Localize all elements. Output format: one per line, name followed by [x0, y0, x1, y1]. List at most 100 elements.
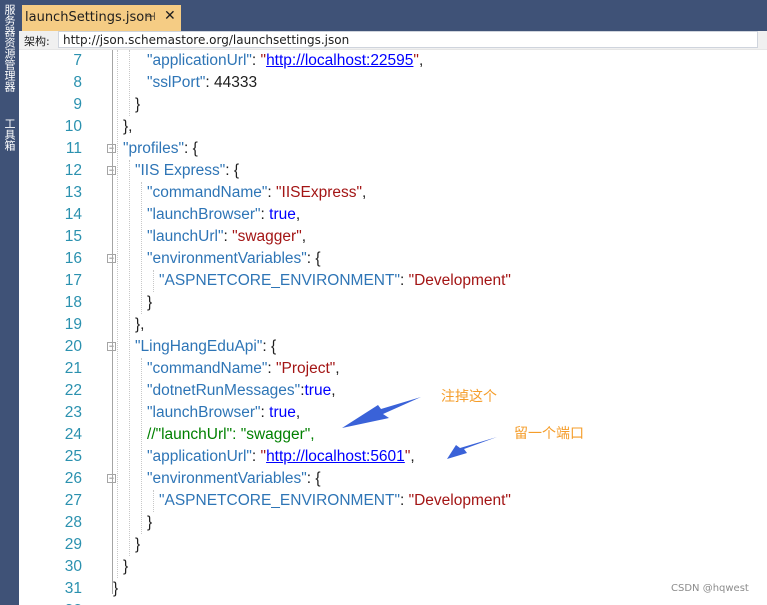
code-line[interactable]: 25 "applicationUrl": "http://localhost:56…	[19, 446, 767, 468]
code-text: "sslPort": 44333	[147, 72, 257, 94]
code-token: ,	[331, 382, 336, 399]
line-number: 20	[64, 338, 82, 355]
annotation-keep-port: 留一个端口	[514, 426, 584, 442]
line-number: 14	[64, 206, 82, 223]
code-line[interactable]: 32	[19, 600, 767, 605]
toolbox-tab[interactable]: 工具箱	[2, 118, 17, 151]
schema-bar: 架构: http://json.schemastore.org/launchse…	[19, 31, 767, 50]
line-number: 15	[64, 228, 82, 245]
code-token: "Development"	[408, 272, 511, 289]
code-line[interactable]: 31}	[19, 578, 767, 600]
code-line[interactable]: 15 "launchUrl": "swagger",	[19, 226, 767, 248]
code-line[interactable]: 27 "ASPNETCORE_ENVIRONMENT": "Development…	[19, 490, 767, 512]
code-text: "profiles": {	[123, 138, 198, 160]
code-token: "launchUrl"	[147, 228, 224, 245]
code-line[interactable]: 18}	[19, 292, 767, 314]
code-token: :	[267, 360, 277, 377]
line-number: 19	[64, 316, 82, 333]
code-line[interactable]: 20− "LingHangEduApi": {	[19, 336, 767, 358]
line-number: 9	[73, 96, 82, 113]
indent-guide	[153, 270, 154, 292]
code-token: }	[135, 96, 141, 113]
code-token: : {	[225, 162, 240, 179]
code-line[interactable]: 26− "environmentVariables": {	[19, 468, 767, 490]
code-token: :	[260, 206, 270, 223]
code-token: :	[399, 272, 409, 289]
code-token: ,	[361, 184, 367, 201]
code-token: ,	[335, 360, 340, 377]
code-token: ,	[301, 228, 307, 245]
code-token: }	[135, 536, 141, 553]
code-line[interactable]: 29}	[19, 534, 767, 556]
code-line[interactable]: 10},	[19, 116, 767, 138]
code-token: : {	[306, 470, 321, 487]
code-line[interactable]: 17 "ASPNETCORE_ENVIRONMENT": "Development…	[19, 270, 767, 292]
code-token: :	[251, 448, 261, 465]
code-line[interactable]: 21 "commandName": "Project",	[19, 358, 767, 380]
code-line[interactable]: 19},	[19, 314, 767, 336]
indent-guide	[117, 50, 118, 578]
code-token: :	[223, 228, 233, 245]
code-token: "ASPNETCORE_ENVIRONMENT"	[159, 492, 400, 509]
line-number: 7	[73, 52, 82, 69]
code-editor[interactable]: 7 "applicationUrl": "http://localhost:225…	[19, 50, 767, 605]
line-number: 10	[64, 118, 82, 135]
line-number: 28	[64, 514, 82, 531]
code-line[interactable]: 14 "launchBrowser": true,	[19, 204, 767, 226]
code-line[interactable]: 12− "IIS Express": {	[19, 160, 767, 182]
code-line[interactable]: 8 "sslPort": 44333	[19, 72, 767, 94]
line-number: 16	[64, 250, 82, 267]
code-line[interactable]: 28}	[19, 512, 767, 534]
code-text: }	[135, 94, 140, 116]
code-token: ,	[418, 52, 424, 69]
line-number: 27	[64, 492, 82, 509]
code-text: },	[135, 314, 144, 336]
line-number: 29	[64, 536, 82, 553]
code-text: }	[147, 512, 152, 534]
code-token: "sslPort"	[147, 74, 206, 91]
code-line[interactable]: 13 "commandName": "IISExpress",	[19, 182, 767, 204]
line-number: 11	[65, 140, 82, 157]
code-token: "IISExpress"	[276, 184, 362, 201]
code-token[interactable]: http://localhost:5601	[266, 448, 405, 465]
indent-guide	[153, 490, 154, 512]
code-text: }	[113, 578, 118, 600]
side-tool-strip: 服务器资源管理器 工具箱	[0, 0, 19, 605]
code-token: },	[123, 118, 133, 135]
document-tab-launchsettings[interactable]: launchSettings.json ⊣ ✕	[22, 5, 181, 31]
code-token: "launchBrowser"	[147, 206, 261, 223]
code-token: true	[269, 404, 296, 421]
server-explorer-tab[interactable]: 服务器资源管理器	[2, 4, 17, 92]
code-token[interactable]: http://localhost:22595	[266, 52, 413, 69]
code-line[interactable]: 23 "launchBrowser": true,	[19, 402, 767, 424]
code-token: "commandName"	[147, 360, 268, 377]
code-text: "applicationUrl": "http://localhost:2259…	[147, 50, 423, 72]
code-token: "environmentVariables"	[147, 250, 307, 267]
line-number: 26	[64, 470, 82, 487]
code-line[interactable]: 7 "applicationUrl": "http://localhost:225…	[19, 50, 767, 72]
code-token: :	[251, 52, 261, 69]
code-token: }	[113, 580, 119, 597]
line-number: 22	[64, 382, 82, 399]
document-tab-bar: launchSettings.json ⊣ ✕	[19, 0, 767, 31]
code-token: }	[147, 294, 153, 311]
code-line[interactable]: 9}	[19, 94, 767, 116]
code-token: "environmentVariables"	[147, 470, 307, 487]
code-line[interactable]: 16− "environmentVariables": {	[19, 248, 767, 270]
code-text: //"launchUrl": "swagger",	[147, 424, 315, 446]
pin-icon[interactable]: ⊣	[146, 10, 156, 23]
code-line[interactable]: 30}	[19, 556, 767, 578]
code-line[interactable]: 22 "dotnetRunMessages":true,	[19, 380, 767, 402]
code-token: "Project"	[276, 360, 336, 377]
annotation-comment-out: 注掉这个	[441, 389, 497, 405]
code-token: "commandName"	[147, 184, 268, 201]
schema-input[interactable]: http://json.schemastore.org/launchsettin…	[58, 31, 758, 48]
code-text: "launchUrl": "swagger",	[147, 226, 306, 248]
code-line[interactable]: 11− "profiles": {	[19, 138, 767, 160]
code-token: :	[399, 492, 409, 509]
code-text: "launchBrowser": true,	[147, 204, 300, 226]
code-line[interactable]: 24 //"launchUrl": "swagger",	[19, 424, 767, 446]
line-number: 23	[64, 404, 82, 421]
close-icon[interactable]: ✕	[164, 8, 176, 24]
code-text: "IIS Express": {	[135, 160, 239, 182]
